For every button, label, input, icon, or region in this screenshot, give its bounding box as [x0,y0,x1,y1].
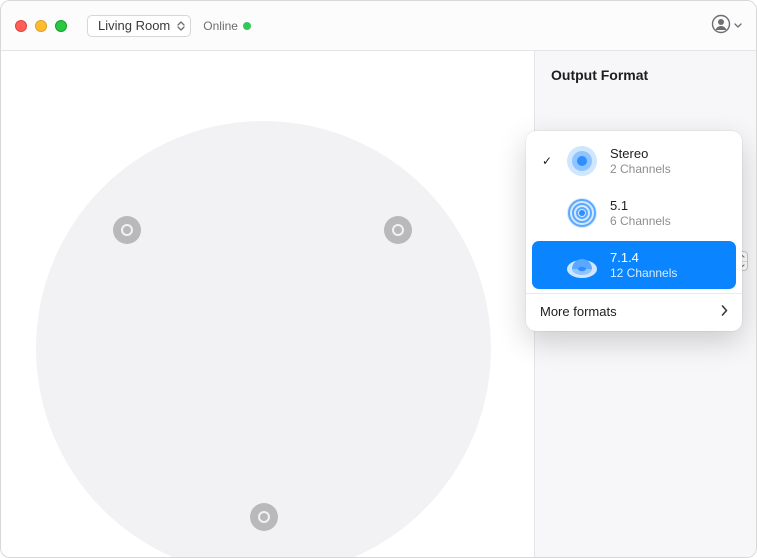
format-option-title: 7.1.4 [610,250,677,266]
checkmark-icon: ✓ [540,154,554,168]
content-area: Output Format Select a Cell ✓ [1,51,756,557]
account-menu-button[interactable] [711,14,742,37]
format-option-title: 5.1 [610,198,671,214]
app-window: Living Room Online [0,0,757,558]
zoom-window-button[interactable] [55,20,67,32]
format-option-5-1[interactable]: 5.1 6 Channels [532,189,736,237]
sidebar-title: Output Format [535,67,756,93]
chevron-down-icon [734,23,742,28]
room-select[interactable]: Living Room [87,15,191,37]
status-indicator: Online [203,19,251,33]
minimize-window-button[interactable] [35,20,47,32]
more-formats-label: More formats [540,304,617,319]
speaker-node-front-right[interactable] [384,216,412,244]
status-label: Online [203,19,238,33]
updown-chevron-icon [177,21,185,31]
status-dot-icon [243,22,251,30]
stereo-icon [564,143,600,179]
more-formats-button[interactable]: More formats [526,293,742,331]
chevron-right-icon [721,304,728,319]
format-option-subtitle: 2 Channels [610,162,671,176]
format-option-subtitle: 12 Channels [610,266,677,280]
format-option-title: Stereo [610,146,671,162]
format-option-subtitle: 6 Channels [610,214,671,228]
window-controls [15,20,67,32]
surround-icon [564,195,600,231]
room-select-label: Living Room [98,18,170,33]
titlebar: Living Room Online [1,1,756,51]
close-window-button[interactable] [15,20,27,32]
stage [1,51,534,557]
user-circle-icon [711,14,731,37]
atmos-icon [564,247,600,283]
speaker-node-rear-center[interactable] [250,503,278,531]
format-option-7-1-4[interactable]: 7.1.4 12 Channels [532,241,736,289]
speaker-node-front-left[interactable] [113,216,141,244]
room-circle [36,121,491,558]
output-format-popover: ✓ Stereo 2 Channels [526,131,742,331]
format-option-stereo[interactable]: ✓ Stereo 2 Channels [532,137,736,185]
